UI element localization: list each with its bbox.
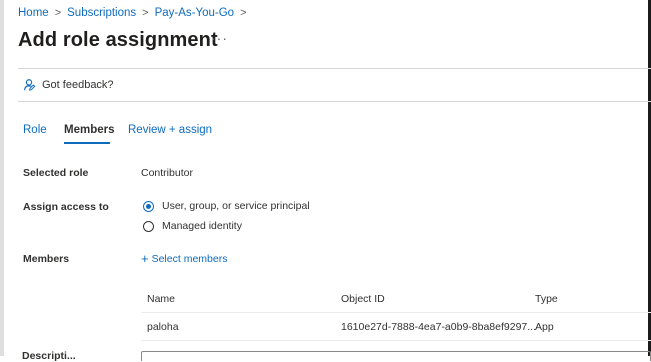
- members-label: Members: [23, 253, 70, 265]
- active-tab-indicator: [64, 142, 110, 144]
- feedback-label: Got feedback?: [42, 79, 114, 91]
- breadcrumb-separator: >: [142, 7, 149, 19]
- tab-role[interactable]: Role: [23, 124, 47, 136]
- table-row-divider: [141, 340, 651, 341]
- member-name-cell: paloha: [147, 321, 179, 333]
- more-options-button[interactable]: ···: [211, 30, 228, 46]
- left-edge: [0, 0, 4, 356]
- breadcrumb-separator: >: [54, 7, 62, 19]
- table-header-divider: [141, 312, 651, 313]
- breadcrumb-pay-as-you-go[interactable]: Pay-As-You-Go: [155, 7, 234, 19]
- page-title: Add role assignment: [18, 29, 218, 51]
- member-type-cell: App: [535, 321, 554, 333]
- radio-checked-icon[interactable]: [143, 200, 154, 212]
- radio-managed-identity[interactable]: Managed identity: [143, 220, 242, 232]
- feedback-button[interactable]: Got feedback?: [22, 78, 114, 92]
- breadcrumb-separator: >: [240, 7, 247, 19]
- tab-review-assign[interactable]: Review + assign: [128, 124, 212, 136]
- tab-members[interactable]: Members: [64, 124, 115, 136]
- assign-access-label: Assign access to: [23, 201, 109, 213]
- select-members-button[interactable]: + Select members: [141, 252, 227, 265]
- radio-user-group-sp-label: User, group, or service principal: [162, 200, 310, 212]
- radio-unchecked-icon[interactable]: [143, 220, 154, 232]
- feedback-icon: [24, 79, 36, 91]
- selected-role-value: Contributor: [141, 167, 193, 179]
- toolbar-divider-bottom: [18, 101, 651, 102]
- column-header-name[interactable]: Name: [147, 293, 175, 305]
- column-header-type[interactable]: Type: [535, 293, 558, 305]
- breadcrumb-home[interactable]: Home: [18, 7, 49, 19]
- radio-user-group-sp[interactable]: User, group, or service principal: [143, 200, 310, 212]
- breadcrumb: Home > Subscriptions > Pay-As-You-Go >: [18, 7, 253, 19]
- selected-role-label: Selected role: [23, 167, 89, 179]
- column-header-object-id[interactable]: Object ID: [341, 293, 385, 305]
- select-members-label: Select members: [151, 252, 228, 265]
- toolbar-divider-top: [18, 68, 651, 69]
- description-input[interactable]: [141, 351, 651, 361]
- radio-managed-identity-label: Managed identity: [162, 220, 242, 232]
- breadcrumb-subscriptions[interactable]: Subscriptions: [67, 7, 136, 19]
- description-label: Descripti...: [22, 350, 76, 362]
- member-object-id-cell: 1610e27d-7888-4ea7-a0b9-8ba8ef9297...: [341, 321, 537, 333]
- plus-icon: +: [141, 251, 149, 266]
